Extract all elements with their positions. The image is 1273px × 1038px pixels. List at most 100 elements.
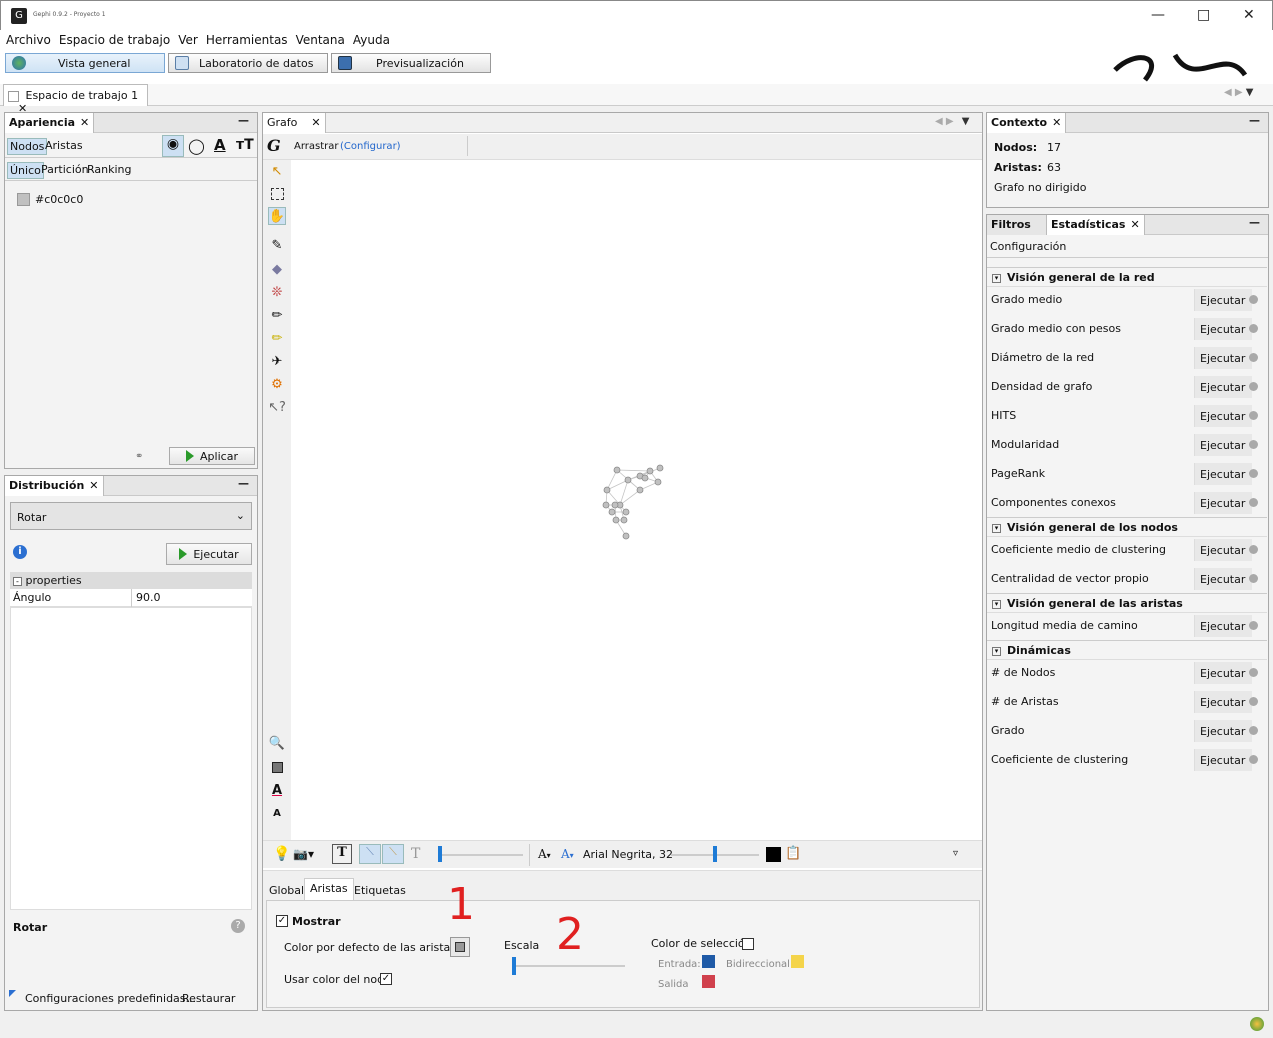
filters-tab[interactable]: Filtros [987,215,1047,235]
stats-section-header[interactable]: ▾ Visión general de las aristas [987,593,1267,613]
color-picker-icon[interactable]: ❊ [268,283,286,301]
link-icon[interactable]: ⚭ [135,451,143,462]
tab-aristas[interactable]: Aristas [304,878,354,900]
run-statistic-button[interactable]: Ejecutar [1194,405,1252,427]
close-icon[interactable]: ✕ [1130,218,1139,231]
close-button[interactable]: ✕ [1243,7,1255,23]
label-size-icon[interactable]: тT [236,137,254,153]
menu-ayuda[interactable]: Ayuda [349,30,394,50]
menu-herramientas[interactable]: Herramientas [202,30,292,50]
font-color-icon[interactable]: A▾ [561,847,574,861]
stats-section-header[interactable]: ▾ Dinámicas [987,640,1267,660]
run-statistic-button[interactable]: Ejecutar [1194,492,1252,514]
notification-icon[interactable] [1250,1017,1264,1031]
slider-thumb[interactable] [512,957,516,975]
zoom-icon[interactable]: 🔍 [268,734,286,752]
size-icon[interactable]: ◯ [188,137,205,155]
restore-link[interactable]: Restaurar [182,992,235,1005]
run-statistic-button[interactable]: Ejecutar [1194,463,1252,485]
tab-global[interactable]: Global [269,884,304,897]
run-statistic-button[interactable]: Ejecutar [1194,720,1252,742]
run-statistic-button[interactable]: Ejecutar [1194,318,1252,340]
drag-hand-icon[interactable]: ✋ [268,207,286,225]
subtab-unico[interactable]: Único [7,162,44,179]
minimize-icon[interactable]: — [1249,216,1260,229]
configure-link[interactable]: (Configurar) [340,141,401,152]
maximize-button[interactable]: □ [1197,7,1210,23]
show-edges-checkbox[interactable]: ✓ [276,914,288,927]
show-labels-icon[interactable]: T [332,844,352,864]
tab-nav-arrows[interactable]: ◀ ▶ ▼ [1224,87,1253,98]
help-icon[interactable]: ? [231,919,245,933]
default-edge-color-button[interactable] [450,937,470,957]
slider-thumb[interactable] [713,846,717,862]
minimize-icon[interactable]: — [238,114,249,127]
tab-etiquetas[interactable]: Etiquetas [354,884,406,897]
menu-ventana[interactable]: Ventana [292,30,349,50]
expand-icon[interactable]: ▿ [953,848,958,859]
pencil-icon[interactable]: ✏ [268,306,286,324]
menu-ver[interactable]: Ver [174,30,202,50]
brush-icon[interactable]: ✎ [268,236,286,254]
close-icon[interactable]: ✕ [80,116,89,129]
in-color-swatch[interactable] [702,955,715,968]
layout-select[interactable]: Rotar ⌄ [10,502,252,530]
edge-pencil-icon[interactable]: ✏ [268,329,286,347]
diamond-icon[interactable]: ◆ [268,260,286,278]
tab-overview[interactable]: Vista general [5,53,165,73]
label-size-slider[interactable] [438,854,523,856]
out-color-swatch[interactable] [702,975,715,988]
use-node-color-checkbox[interactable]: ✓ [380,972,392,985]
edit-node-icon[interactable]: ↖? [268,398,286,416]
menu-espacio[interactable]: Espacio de trabajo [55,30,174,50]
run-statistic-button[interactable]: Ejecutar [1194,691,1252,713]
bidir-color-swatch[interactable] [791,955,804,968]
context-tab[interactable]: Contexto ✕ [987,113,1067,133]
run-statistic-button[interactable]: Ejecutar [1194,662,1252,684]
label-color-icon[interactable]: A [268,781,286,799]
font-label[interactable]: Arial Negrita, 32 [583,848,673,861]
selection-color-checkbox[interactable] [742,937,754,950]
properties-header[interactable]: - properties [10,572,252,589]
appearance-tab[interactable]: Apariencia ✕ [5,113,95,133]
graph-tab[interactable]: Grafo ✕ [263,113,326,133]
heat-map-icon[interactable]: ⚙ [268,375,286,393]
font-decrease-icon[interactable]: A▾ [538,847,551,861]
run-statistic-button[interactable]: Ejecutar [1194,539,1252,561]
run-statistic-button[interactable]: Ejecutar [1194,568,1252,590]
subtab-ranking[interactable]: Ranking [87,163,132,176]
apply-button[interactable]: Aplicar [169,447,255,465]
menu-archivo[interactable]: Archivo [2,30,55,50]
minimize-button[interactable]: — [1151,7,1165,23]
label-size-icon[interactable]: T [411,846,420,862]
color-palette-icon[interactable]: ◉ [162,135,184,157]
edge-color-icon[interactable]: ⟍ [382,844,404,864]
background-color-icon[interactable] [268,758,286,776]
tab-data-laboratory[interactable]: Laboratorio de datos [168,53,328,73]
run-statistic-button[interactable]: Ejecutar [1194,615,1252,637]
run-layout-button[interactable]: Ejecutar [166,543,252,565]
slider-thumb[interactable] [438,846,442,862]
close-icon[interactable]: ✕ [1052,116,1061,129]
graph-canvas[interactable] [290,160,980,838]
settings-clipboard-icon[interactable]: 📋 [785,846,801,861]
scale-slider[interactable] [512,965,625,967]
property-value-input[interactable]: 90.0 [136,591,161,604]
screenshot-icon[interactable]: 📷▾ [293,847,314,861]
info-icon[interactable]: i [13,545,27,559]
presets-link[interactable]: Configuraciones predefinidas... [25,992,196,1005]
color-swatch[interactable] [17,193,30,206]
stats-section-header[interactable]: ▾ Visión general de la red [987,267,1267,287]
close-icon[interactable]: ✕ [311,116,320,129]
label-color-icon[interactable]: A [214,136,226,154]
lightbulb-icon[interactable]: 💡 [273,846,290,862]
configuration-link[interactable]: Configuración [990,240,1066,253]
minimize-icon[interactable]: — [1249,114,1260,127]
run-statistic-button[interactable]: Ejecutar [1194,289,1252,311]
run-statistic-button[interactable]: Ejecutar [1194,749,1252,771]
stats-section-header[interactable]: ▾ Visión general de los nodos [987,517,1267,537]
run-statistic-button[interactable]: Ejecutar [1194,376,1252,398]
shortest-path-icon[interactable]: ✈ [268,352,286,370]
subtab-particion[interactable]: Partición [41,163,89,176]
workspace-tab[interactable]: Espacio de trabajo 1 ✕ [3,84,148,115]
